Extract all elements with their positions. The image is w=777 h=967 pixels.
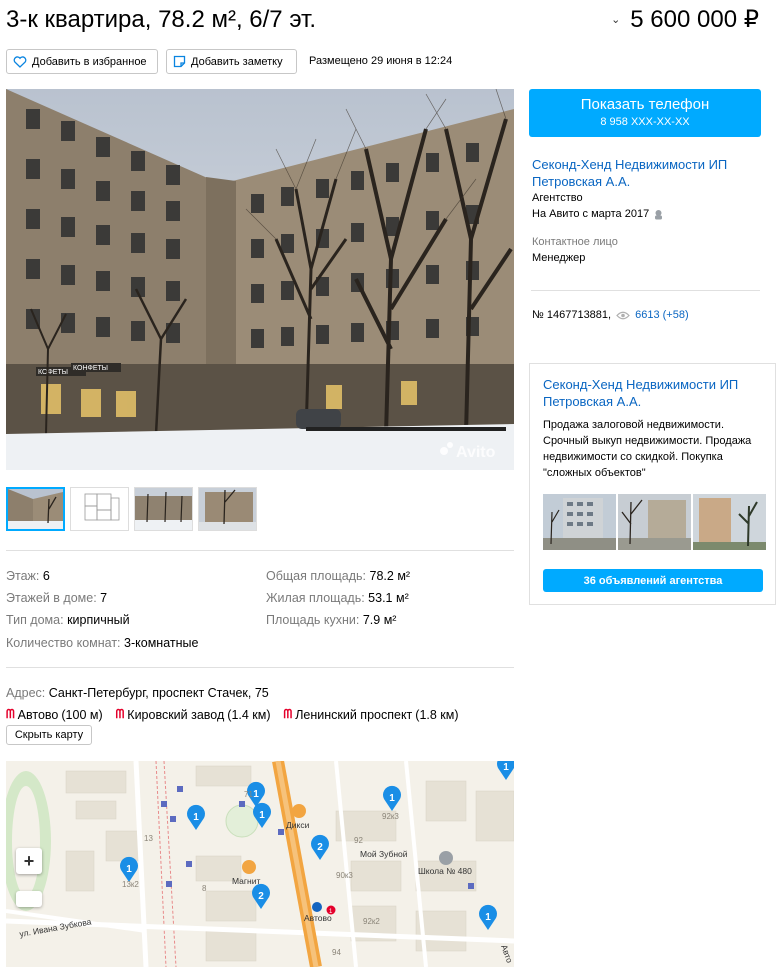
agency-ads-button[interactable]: 36 объявлений агентства [543, 569, 763, 592]
avito-watermark: Avito [456, 444, 496, 461]
agency-card: Секонд-Хенд Недвижимости ИП Петровская А… [529, 363, 776, 605]
seller-type: Агентство [532, 192, 583, 204]
metro-item: ᗰ Ленинский проспект (1.8 км) [283, 707, 459, 722]
divider [531, 290, 760, 291]
param-floor: Этаж: 6 [6, 569, 50, 583]
agency-description: Продажа залоговой недвижимости. Срочный … [543, 419, 752, 479]
building-photo: КОФЕТЫ КОНФЕТЫ Avito [6, 89, 514, 470]
map-pin-label: 1 [126, 864, 132, 875]
metro-icon: ᗰ [283, 707, 293, 721]
param-rooms: Количество комнат: 3-комнатные [6, 636, 199, 650]
param-floors-total: Этажей в доме: 7 [6, 591, 108, 605]
agency-icon [655, 209, 663, 219]
poi-metro: Автово [304, 913, 332, 923]
divider [6, 667, 514, 668]
map-pin-label: 1 [193, 812, 199, 823]
divider [6, 550, 514, 551]
photo-sign-right: КОНФЕТЫ [73, 365, 108, 372]
param-kitchen-area: Площадь кухни: 7.9 м² [266, 613, 397, 627]
house-number: 8 [202, 884, 207, 893]
poi-dentist: Мой Зубной [360, 849, 408, 859]
agency-photo-1[interactable] [543, 494, 616, 550]
house-number: 94 [332, 948, 341, 957]
show-phone-button[interactable]: Показать телефон 8 958 XXX-XX-XX [529, 89, 761, 137]
agency-title-link[interactable]: Секонд-Хенд Недвижимости ИП Петровская А… [543, 376, 768, 410]
thumbnail-strip [6, 487, 257, 531]
metro-item: ᗰ Кировский завод (1.4 км) [115, 707, 271, 722]
ad-number: № 1467713881, [532, 309, 612, 321]
param-total-area: Общая площадь: 78.2 м² [266, 569, 411, 583]
map-pin-label: 1 [259, 810, 265, 821]
contact-person: Менеджер [532, 252, 586, 264]
house-number: 92к3 [382, 812, 399, 821]
seller-name-link[interactable]: Секонд-Хенд Недвижимости ИП Петровская А… [532, 156, 761, 190]
price-block[interactable]: ⌄ 5 600 000 ₽ [611, 6, 759, 34]
show-phone-label: Показать телефон [580, 96, 710, 113]
contact-person-label: Контактное лицо [532, 236, 618, 248]
metro-icon: ᗰ [6, 707, 15, 721]
map-pin-label: 2 [317, 842, 323, 853]
poi-school: Школа № 480 [418, 866, 472, 876]
price: 5 600 000 ₽ [630, 6, 759, 33]
map[interactable]: 1 1 1 1 1 2 1 1 2 1 Дикси Магнит Мой Зуб… [6, 761, 514, 967]
views-count[interactable]: 6613 (+58) [635, 309, 689, 321]
main-photo[interactable]: КОФЕТЫ КОНФЕТЫ Avito [6, 89, 514, 470]
agency-photos [543, 494, 766, 550]
agency-photo-3[interactable] [693, 494, 766, 550]
map-pin-label: 1 [253, 789, 259, 800]
house-number: 13к2 [122, 880, 139, 889]
add-to-favorites-label: Добавить в избранное [32, 55, 147, 68]
poi-magnit: Магнит [232, 876, 260, 886]
map-pin-label: 1 [503, 762, 509, 773]
hide-map-button[interactable]: Скрыть карту [6, 725, 92, 745]
map-pin-label: 2 [258, 891, 264, 902]
metro-item: ᗰ Автово (100 м) [6, 707, 103, 722]
posted-date: Размещено 29 июня в 12:24 [309, 55, 453, 67]
house-number: 71 [244, 790, 253, 799]
thumbnail-1[interactable] [6, 487, 65, 531]
heart-icon [13, 55, 27, 68]
map-canvas: 1 1 1 1 1 2 1 1 2 1 Дикси Магнит Мой Зуб… [6, 761, 514, 967]
ad-stats: № 1467713881, 6613 (+58) [532, 309, 689, 321]
phone-masked: 8 958 XXX-XX-XX [600, 116, 690, 128]
zoom-slider[interactable] [16, 891, 42, 907]
map-pin-label: 1 [485, 912, 491, 923]
add-to-favorites-button[interactable]: Добавить в избранное [6, 49, 158, 74]
metro-list: ᗰ Автово (100 м) ᗰ Кировский завод (1.4 км… [6, 707, 459, 722]
poi-dixy: Дикси [286, 820, 310, 830]
metro-icon: ᗰ [115, 707, 125, 721]
house-number: 13 [144, 834, 153, 843]
zoom-in-button[interactable]: + [16, 848, 42, 874]
param-house-type: Тип дома: кирпичный [6, 613, 130, 627]
thumbnail-3[interactable] [134, 487, 193, 531]
eye-icon [616, 311, 630, 319]
seller-since: На Авито с марта 2017 [532, 208, 664, 220]
thumbnail-2[interactable] [70, 487, 129, 531]
address: Адрес: Санкт-Петербург, проспект Стачек,… [6, 686, 269, 700]
house-number: 92к2 [363, 917, 380, 926]
param-living-area: Жилая площадь: 53.1 м² [266, 591, 409, 605]
note-icon [173, 55, 186, 68]
chevron-down-icon[interactable]: ⌄ [611, 6, 620, 34]
house-number: 92 [354, 836, 363, 845]
agency-photo-2[interactable] [618, 494, 691, 550]
add-note-button[interactable]: Добавить заметку [166, 49, 297, 74]
house-number: 90к3 [336, 871, 353, 880]
listing-title: 3-к квартира, 78.2 м², 6/7 эт. [6, 6, 317, 33]
add-note-label: Добавить заметку [191, 55, 283, 68]
thumbnail-4[interactable] [198, 487, 257, 531]
photo-sign-left: КОФЕТЫ [38, 369, 68, 376]
map-pin-label: 1 [389, 793, 395, 804]
